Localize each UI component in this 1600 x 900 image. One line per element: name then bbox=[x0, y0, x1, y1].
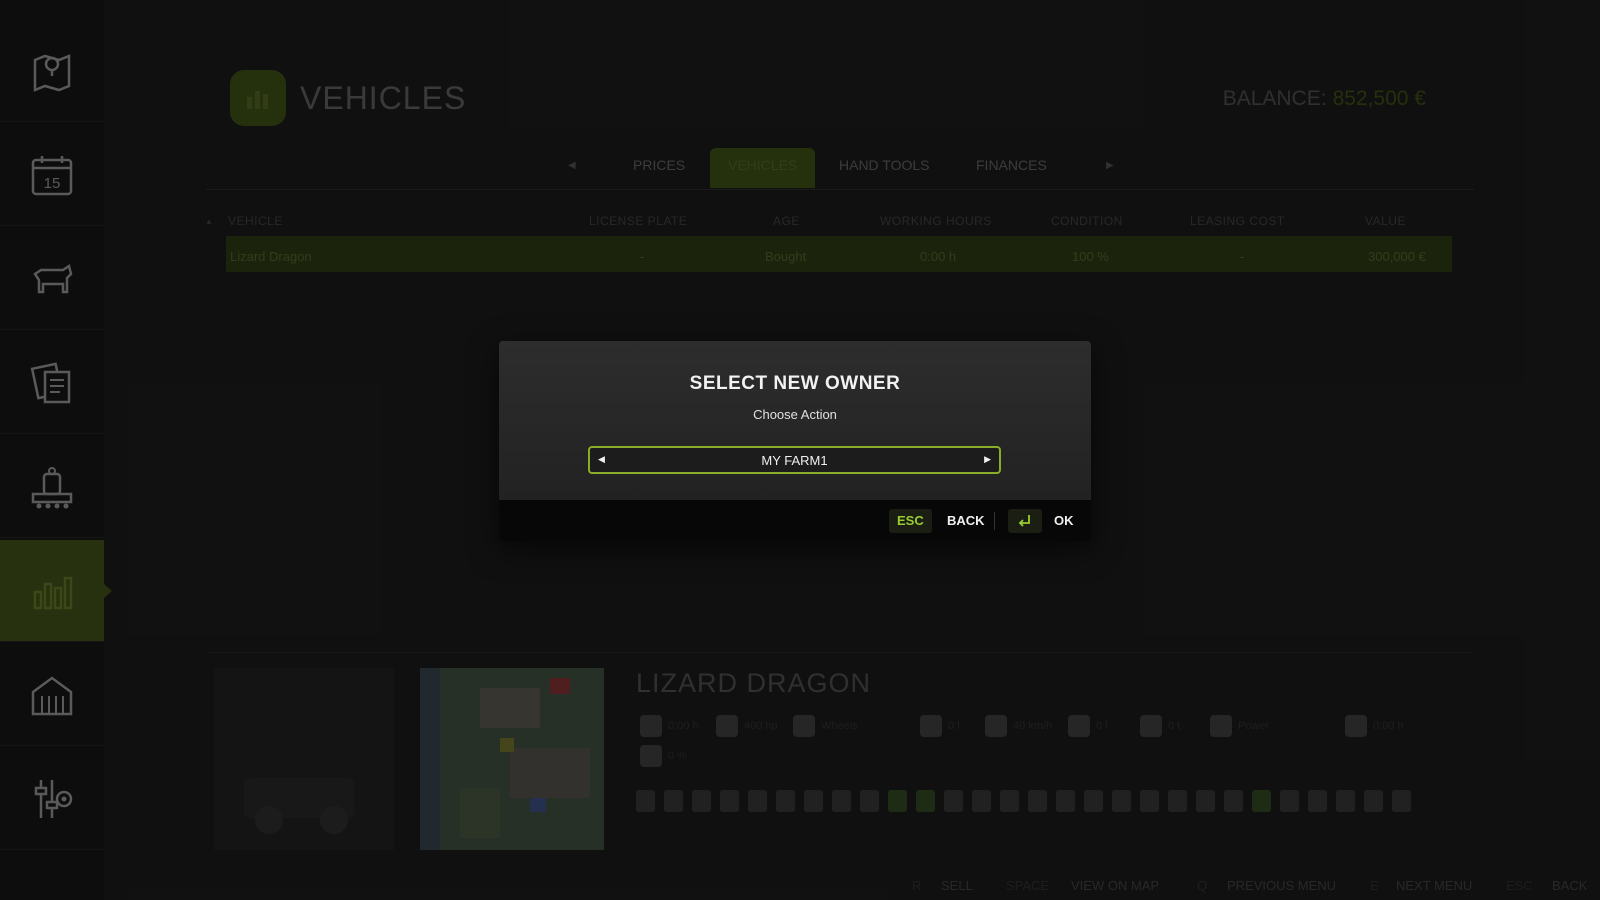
ok-button[interactable]: OK bbox=[1054, 513, 1074, 528]
dialog-body: SELECT NEW OWNER Choose Action ◀ MY FARM… bbox=[499, 341, 1091, 500]
dialog-footer: ESC BACK OK bbox=[499, 500, 1091, 541]
esc-key-badge[interactable]: ESC bbox=[889, 509, 932, 533]
dialog-subtitle: Choose Action bbox=[753, 407, 837, 422]
owner-selector-value: MY FARM1 bbox=[761, 453, 828, 468]
enter-key-badge[interactable] bbox=[1008, 509, 1042, 533]
owner-selector[interactable]: ◀ MY FARM1 ▶ bbox=[588, 446, 1001, 474]
owner-next-arrow-icon[interactable]: ▶ bbox=[984, 454, 991, 465]
back-button[interactable]: BACK bbox=[947, 513, 985, 528]
select-owner-dialog: SELECT NEW OWNER Choose Action ◀ MY FARM… bbox=[499, 341, 1091, 541]
dialog-title: SELECT NEW OWNER bbox=[689, 373, 901, 394]
footer-separator bbox=[994, 512, 995, 530]
enter-key-icon bbox=[1018, 515, 1030, 527]
